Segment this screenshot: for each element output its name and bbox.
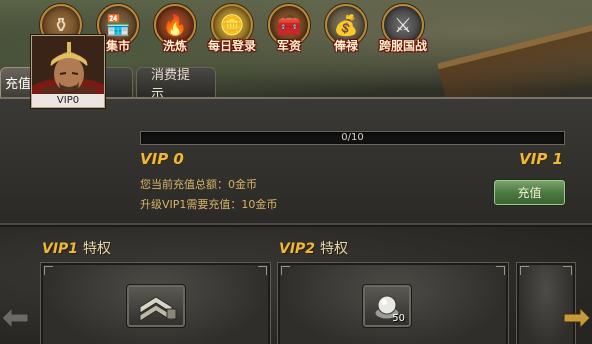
vip-progress-bar: 0/10: [140, 131, 565, 145]
vip2-privilege-header: VIP2 特权: [279, 238, 348, 258]
privilege-label: 特权: [320, 241, 349, 257]
vip3-privilege-card: [516, 262, 576, 344]
vip2-label: VIP2: [279, 241, 316, 257]
required-recharge-text: 升级VIP1需要充值：10金币: [140, 198, 278, 211]
avatar: VIP0: [31, 35, 105, 108]
progress-text: 0/10: [341, 132, 364, 143]
nav-cross-server-war-button[interactable]: ⚔ 跨服国战: [376, 4, 430, 60]
recharge-button[interactable]: 充值: [494, 180, 565, 205]
nav-supplies-button[interactable]: 🧰 军资: [262, 4, 316, 60]
tab-spending-tips[interactable]: 消费提示: [136, 67, 216, 102]
item-quantity: 50: [392, 313, 405, 324]
vip1-label: VIP1: [42, 241, 79, 257]
nav-salary-button[interactable]: 💰 俸禄: [319, 4, 373, 60]
vip1-reward-item[interactable]: [126, 284, 186, 328]
scroll-right-arrow-icon[interactable]: [562, 306, 592, 330]
nav-label: 军资: [276, 39, 302, 53]
portrait-vip-tag: VIP0: [32, 94, 104, 107]
total-recharge-text: 您当前充值总额：0金币: [140, 178, 257, 191]
current-vip-level: VIP 0: [140, 150, 184, 168]
nav-label: 集市: [105, 39, 131, 53]
vip2-reward-item[interactable]: 50: [362, 284, 412, 328]
chevron-rank-icon: [139, 296, 177, 322]
vip-status-panel: [0, 97, 592, 225]
privilege-label: 特权: [83, 241, 112, 257]
nav-label: 每日登录: [207, 39, 257, 53]
scroll-left-arrow-icon[interactable]: [0, 306, 30, 330]
nav-refine-button[interactable]: 🔥 洗炼: [148, 4, 202, 60]
nav-label: 跨服国战: [378, 39, 428, 53]
nav-label: 洗炼: [162, 39, 188, 53]
next-vip-level: VIP 1: [519, 150, 563, 168]
nav-daily-login-button[interactable]: 🪙 每日登录: [205, 4, 259, 60]
vip1-privilege-header: VIP1 特权: [42, 238, 111, 258]
nav-label: 俸禄: [333, 39, 359, 53]
